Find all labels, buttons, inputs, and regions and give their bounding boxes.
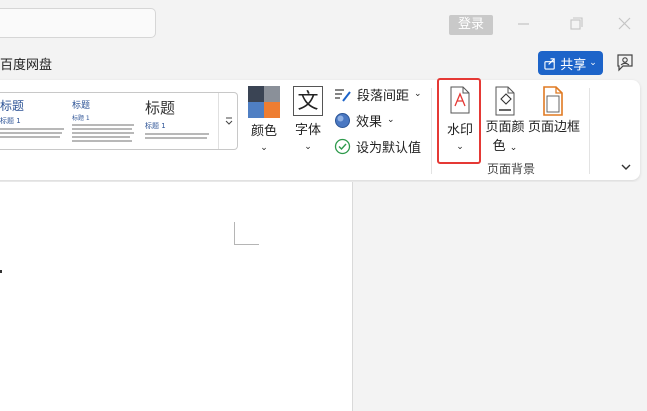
close-icon	[618, 17, 631, 30]
style-thumb-subheading: 标题 1	[0, 117, 21, 125]
style-thumb-body-lines	[145, 133, 215, 139]
check-circle-icon	[334, 138, 351, 155]
style-thumb-2[interactable]: 标题 标题 1	[72, 93, 140, 149]
style-thumb-body-lines	[72, 124, 140, 142]
ribbon-separator	[589, 88, 590, 174]
expand-gallery-icon	[225, 117, 232, 125]
page-color-icon	[495, 86, 515, 116]
style-thumb-subheading: 标题 1	[72, 115, 90, 122]
page-margin-marker	[234, 222, 259, 245]
effects-button[interactable]: 效果 ⌄	[334, 111, 395, 130]
paragraph-spacing-icon	[335, 88, 351, 102]
style-thumb-body-lines	[0, 128, 68, 138]
page-color-label-line2: 色	[492, 139, 506, 154]
style-thumb-1[interactable]: 标题 标题 1	[0, 93, 68, 149]
ribbon-separator	[431, 88, 432, 174]
search-box[interactable]	[0, 8, 156, 38]
colors-label: 颜色	[250, 124, 277, 139]
restore-icon	[570, 17, 583, 30]
chevron-down-icon	[621, 164, 631, 170]
share-label: 共享	[560, 57, 587, 73]
document-page[interactable]	[0, 182, 353, 411]
tab-baidu-netdisk[interactable]: 百度网盘	[0, 54, 52, 73]
effects-label: 效果	[356, 115, 383, 130]
chevron-down-icon: ⌄	[304, 142, 312, 152]
style-thumb-subheading: 标题 1	[145, 122, 166, 130]
style-thumb-3[interactable]: 标题 标题 1	[145, 93, 215, 149]
gallery-more-button[interactable]	[218, 93, 237, 149]
login-button[interactable]: 登录	[449, 15, 493, 35]
style-thumb-heading: 标题	[72, 101, 91, 111]
comment-person-icon	[617, 54, 633, 72]
style-thumb-heading: 标题	[0, 99, 25, 113]
style-thumb-heading: 标题	[145, 99, 176, 117]
styles-gallery[interactable]: 标题 标题 1 标题 标题 1 标题 标题 1	[0, 92, 238, 150]
paragraph-spacing-label: 段落间距	[357, 89, 410, 104]
set-default-label: 设为默认值	[356, 141, 422, 156]
colors-button[interactable]: 颜色 ⌄	[246, 86, 282, 154]
font-glyph-icon: 文	[293, 86, 323, 116]
fonts-button[interactable]: 文 字体 ⌄	[290, 86, 326, 153]
minimize-icon	[518, 23, 529, 25]
share-button[interactable]: 共享 ⌄	[538, 51, 603, 75]
comment-button[interactable]	[614, 52, 636, 74]
close-button[interactable]	[611, 12, 639, 36]
page-border-button[interactable]: 页面边框	[528, 84, 581, 135]
page-border-icon	[543, 86, 563, 116]
page-background-group-label: 页面背景	[487, 162, 536, 176]
ribbon-collapse-button[interactable]	[619, 159, 633, 173]
chevron-down-icon: ⌄	[414, 89, 422, 99]
restore-button[interactable]	[562, 12, 590, 36]
page-color-label-line1: 页面颜	[485, 120, 525, 135]
page-border-label: 页面边框	[528, 120, 581, 135]
page-color-button[interactable]: 页面颜 色 ⌄	[484, 84, 526, 154]
canvas-background	[353, 182, 647, 411]
effects-icon	[335, 113, 350, 128]
chevron-down-icon: ⌄	[509, 143, 518, 153]
set-default-button[interactable]: 设为默认值	[334, 137, 421, 156]
chevron-down-icon: ⌄	[387, 115, 395, 125]
chevron-down-icon: ⌄	[589, 57, 597, 68]
paragraph-spacing-button[interactable]: 段落间距 ⌄	[334, 85, 422, 104]
chevron-down-icon: ⌄	[260, 143, 268, 153]
text-cursor	[0, 270, 2, 273]
watermark-highlight-box	[437, 78, 481, 164]
color-palette-icon	[248, 86, 280, 118]
share-icon	[544, 57, 555, 70]
fonts-label: 字体	[294, 123, 321, 138]
minimize-button[interactable]	[510, 12, 538, 36]
